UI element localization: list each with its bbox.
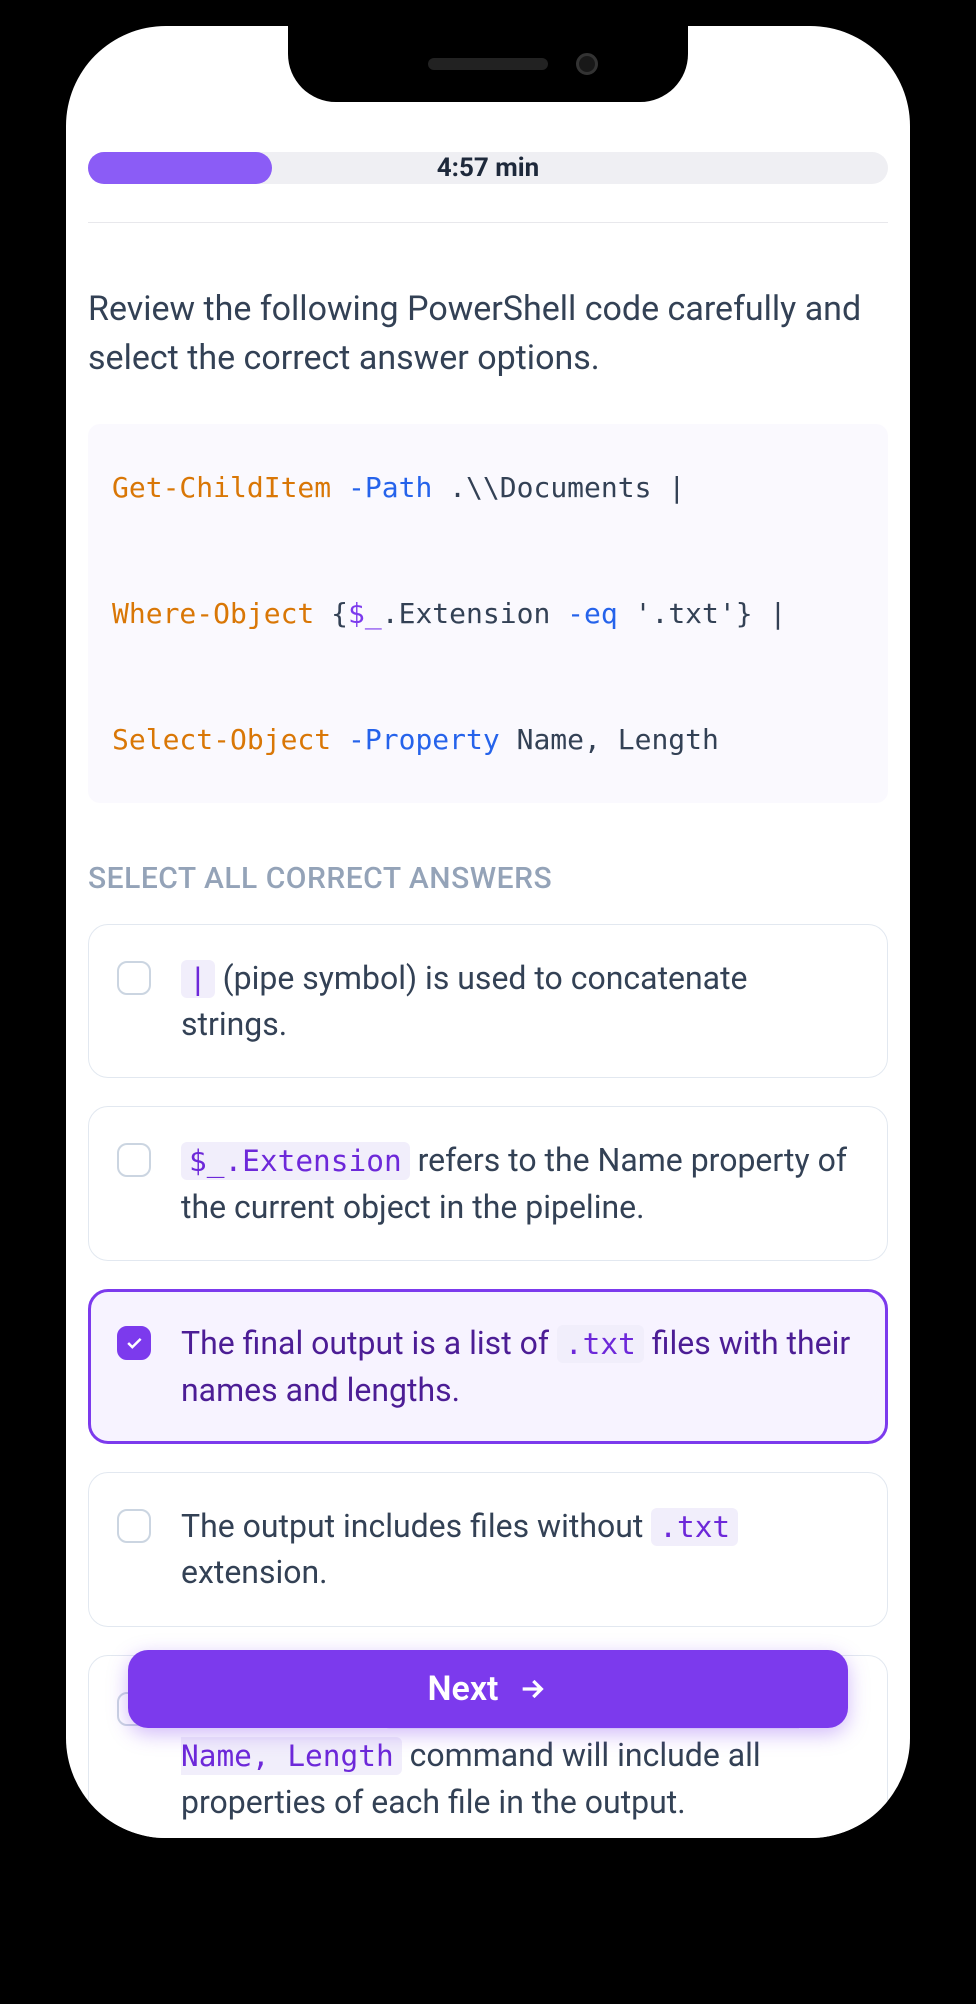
code-token: .\\Documents | [432, 471, 685, 504]
code-block: Get-ChildItem -Path .\\Documents | Where… [88, 424, 888, 803]
answer-option-1[interactable]: $_.Extension refers to the Name property… [88, 1106, 888, 1261]
code-token: '.txt' [618, 597, 736, 630]
inline-code: .txt [651, 1508, 738, 1546]
code-token: $_ [348, 597, 382, 630]
code-token: } | [736, 597, 787, 630]
screen: 4:57 min Review the following PowerShell… [66, 26, 910, 1838]
code-token: Where-Object [112, 597, 314, 630]
code-token: .Extension [382, 597, 567, 630]
option-text: The output includes files without .txt e… [181, 1503, 859, 1596]
timer-label: 4:57 min [437, 153, 540, 183]
phone-notch [288, 26, 688, 102]
arrow-right-icon [516, 1673, 548, 1705]
phone-shell: 4:57 min Review the following PowerShell… [42, 2, 934, 1862]
content: Review the following PowerShell code car… [66, 223, 910, 1838]
inline-code: .txt [557, 1325, 644, 1363]
code-token: Get-ChildItem [112, 471, 331, 504]
checkbox[interactable] [117, 1143, 151, 1177]
checkbox[interactable] [117, 1509, 151, 1543]
camera-icon [576, 53, 598, 75]
answer-option-0[interactable]: | (pipe symbol) is used to concatenate s… [88, 924, 888, 1079]
option-text: The final output is a list of .txt files… [181, 1320, 859, 1413]
progress-fill [88, 152, 272, 184]
code-token: -Path [348, 471, 432, 504]
code-token: -eq [567, 597, 618, 630]
code-token: Select-Object [112, 723, 331, 756]
checkbox[interactable] [117, 961, 151, 995]
next-button[interactable]: Next [128, 1650, 848, 1728]
phone-inner: 4:57 min Review the following PowerShell… [66, 26, 910, 1838]
option-text: $_.Extension refers to the Name property… [181, 1137, 859, 1230]
next-button-label: Next [428, 1669, 499, 1709]
inline-code: | [181, 960, 215, 998]
option-text: | (pipe symbol) is used to concatenate s… [181, 955, 859, 1048]
speaker-icon [428, 58, 548, 70]
section-label: SELECT ALL CORRECT ANSWERS [88, 861, 888, 896]
question-prompt: Review the following PowerShell code car… [88, 285, 888, 384]
answer-option-2[interactable]: The final output is a list of .txt files… [88, 1289, 888, 1444]
code-token: Name, Length [500, 723, 719, 756]
answer-option-3[interactable]: The output includes files without .txt e… [88, 1472, 888, 1627]
progress-bar: 4:57 min [88, 152, 888, 184]
checkbox[interactable] [117, 1326, 151, 1360]
inline-code: $_.Extension [181, 1142, 410, 1180]
code-token: { [314, 597, 348, 630]
check-icon [124, 1333, 144, 1353]
code-token: -Property [348, 723, 500, 756]
